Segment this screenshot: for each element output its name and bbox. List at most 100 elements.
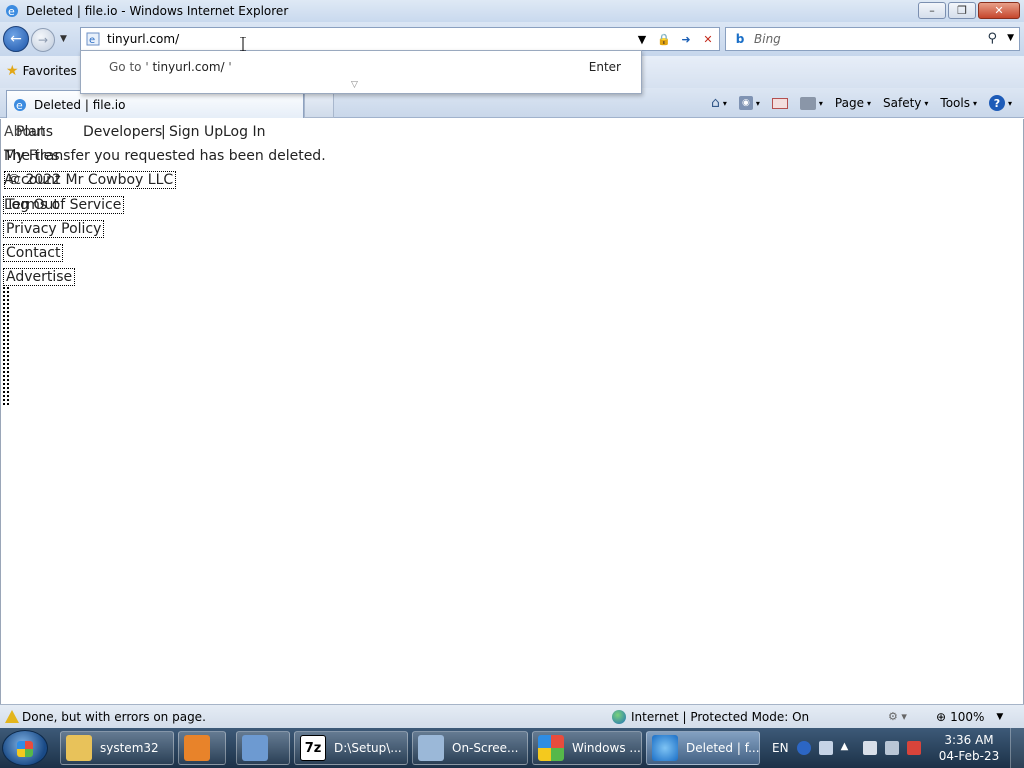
volume-muted-icon[interactable] — [906, 741, 921, 755]
bing-icon: b — [735, 32, 745, 46]
chevron-down-icon[interactable]: ▾ — [756, 99, 760, 108]
chevron-down-icon[interactable]: ▾ — [819, 99, 823, 108]
forward-button[interactable]: → — [31, 28, 55, 52]
copyright-text: © 2022 Mr Cowboy LLC — [4, 171, 177, 189]
history-dropdown-button[interactable]: ▼ — [60, 34, 67, 44]
goto-suffix: ' — [224, 60, 232, 74]
7zip-icon: 7z — [300, 735, 326, 761]
page-menu[interactable]: Page ▾ — [831, 96, 875, 110]
lock-icon[interactable]: 🔒 — [653, 28, 675, 50]
print-button[interactable]: ▾ — [796, 96, 827, 110]
mail-button[interactable] — [768, 97, 792, 109]
clock[interactable]: 3:36 AM 04-Feb-23 — [936, 732, 1002, 764]
goto-prefix: Go to ' — [109, 60, 149, 74]
taskbar-item-ie[interactable]: Deleted | f... — [646, 731, 760, 765]
svg-text:e: e — [16, 99, 23, 112]
protected-mode-icon[interactable]: ⚙ ▾ — [888, 710, 907, 723]
media-player-icon — [184, 735, 210, 761]
start-button[interactable] — [2, 730, 48, 766]
close-button[interactable]: ✕ — [978, 2, 1020, 19]
title-bar: e Deleted | file.io - Windows Internet E… — [0, 0, 1024, 22]
pen-tray-icon[interactable] — [818, 741, 833, 755]
printer-icon — [799, 96, 816, 110]
footer-link-advertise[interactable]: Advertise — [3, 268, 76, 286]
search-placeholder[interactable]: Bing — [754, 32, 781, 46]
go-button[interactable]: ➜ — [675, 28, 697, 50]
windows-update-icon — [538, 735, 564, 761]
help-tray-icon[interactable] — [796, 741, 811, 755]
copyright-link[interactable]: © 2022 Mr Cowboy LLC — [4, 171, 177, 189]
taskbar-item-media-player[interactable] — [178, 731, 226, 765]
ie-icon: e — [6, 5, 18, 18]
footer-links: Log Out Terms of Service Privacy Policy … — [3, 194, 125, 290]
back-button[interactable]: ← — [3, 26, 29, 52]
nav-link-developers[interactable]: Developers — [83, 124, 162, 140]
nav-separator: | — [161, 124, 166, 140]
keyboard-icon — [418, 735, 444, 761]
nav-log-out[interactable]: Log Out — [4, 194, 59, 216]
warning-icon[interactable] — [5, 710, 19, 723]
help-button[interactable]: ? ▾ — [985, 95, 1016, 111]
network-tray-icon[interactable] — [884, 741, 899, 755]
zoom-icon: ⊕ — [936, 710, 947, 724]
address-autocomplete: Go to ' tinyurl.com/ ' Enter ▽ — [80, 50, 642, 94]
chevron-down-icon: ▾ — [924, 98, 929, 108]
zoom-control[interactable]: ⊕ 100% ▼ — [936, 710, 1003, 724]
chevron-down-icon[interactable]: ▾ — [723, 99, 727, 108]
language-indicator[interactable]: EN — [772, 741, 789, 755]
taskbar-item-on-screen-keyboard[interactable]: On-Scree... — [412, 731, 528, 765]
show-desktop-button[interactable] — [1010, 728, 1024, 768]
clock-time: 3:36 AM — [944, 733, 994, 747]
chevron-down-icon: ▾ — [972, 98, 977, 108]
favorites-button[interactable]: ★ Favorites — [6, 63, 77, 79]
home-button[interactable]: ⌂ ▾ — [707, 95, 731, 111]
taskbar-item-control-panel[interactable] — [236, 731, 290, 765]
tab-deleted-fileio[interactable]: e Deleted | file.io — [6, 90, 304, 118]
chevron-down-icon[interactable]: ▼ — [996, 712, 1003, 722]
status-text[interactable]: Done, but with errors on page. — [22, 710, 206, 724]
star-icon: ★ — [6, 63, 19, 79]
globe-icon — [612, 710, 626, 724]
safety-menu[interactable]: Safety ▾ — [879, 96, 932, 110]
feeds-button[interactable]: ◉ ▾ — [735, 96, 764, 110]
taskbar-item-windows[interactable]: Windows ... — [532, 731, 642, 765]
nav-link-plans[interactable]: Plans — [16, 124, 53, 140]
mail-icon — [771, 97, 788, 109]
text-cursor-icon — [240, 37, 246, 51]
restore-button[interactable]: ❐ — [948, 2, 976, 19]
footer-item-contact: Contact — [3, 242, 124, 266]
nav-link-log-in[interactable]: Log In — [223, 124, 265, 140]
resize-grip-icon[interactable]: ▽ — [351, 80, 358, 90]
window-controls: – ❐ ✕ — [918, 2, 1020, 19]
taskbar-item-label: Deleted | f... — [686, 741, 760, 755]
tab-label: Deleted | file.io — [34, 97, 126, 112]
status-bar: Done, but with errors on page. Internet … — [0, 704, 1024, 728]
chevron-down-icon: ▾ — [1007, 98, 1012, 108]
search-icon[interactable]: ⚲ — [987, 31, 997, 46]
flag-tray-icon[interactable] — [862, 741, 877, 755]
footer-link-contact[interactable]: Contact — [3, 244, 64, 262]
svg-text:e: e — [8, 5, 15, 18]
search-box[interactable]: b Bing ⚲ ▼ — [725, 27, 1020, 51]
tools-menu[interactable]: Tools ▾ — [936, 96, 981, 110]
security-zone[interactable]: Internet | Protected Mode: On — [612, 710, 809, 724]
taskbar-item-7zip[interactable]: 7z D:\Setup\... — [294, 731, 408, 765]
address-input[interactable] — [107, 32, 607, 46]
taskbar-item-label: Windows ... — [572, 741, 641, 755]
address-bar[interactable]: e ▼ 🔒 ➜ ✕ — [80, 27, 720, 51]
footer-link-privacy[interactable]: Privacy Policy — [3, 220, 105, 238]
help-icon: ? — [988, 95, 1005, 111]
taskbar-item-system32[interactable]: system32 — [60, 731, 174, 765]
tools-menu-label: Tools — [940, 96, 970, 110]
show-hidden-icons-button[interactable]: ▲ — [841, 741, 855, 755]
new-tab-button[interactable] — [304, 92, 334, 118]
footer-item-privacy: Privacy Policy — [3, 218, 124, 242]
autocomplete-goto-item[interactable]: Go to ' tinyurl.com/ ' — [109, 60, 232, 74]
chevron-down-icon: ▾ — [866, 98, 871, 108]
minimize-button[interactable]: – — [918, 2, 946, 19]
search-options-dropdown[interactable]: ▼ — [1007, 33, 1014, 43]
nav-link-sign-up[interactable]: Sign Up — [169, 124, 223, 140]
address-dropdown-button[interactable]: ▼ — [631, 28, 653, 50]
system-tray: EN ▲ — [766, 728, 921, 768]
stop-button[interactable]: ✕ — [697, 28, 719, 50]
